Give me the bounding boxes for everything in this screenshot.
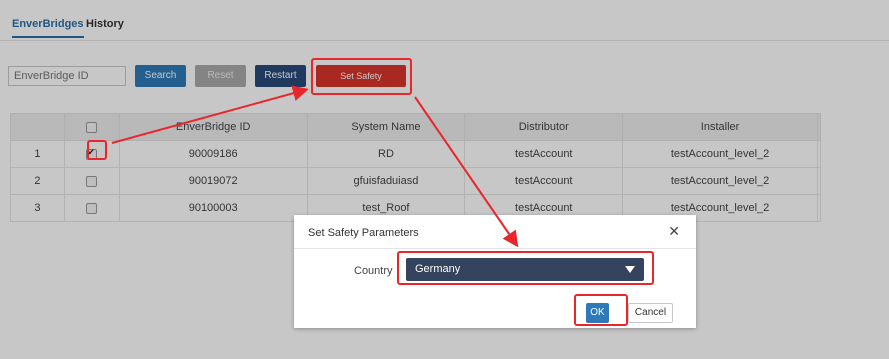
annotation-arrows [111, 85, 519, 248]
arrow-checkbox-to-button [111, 85, 309, 144]
arrow-button-to-country [414, 96, 519, 248]
